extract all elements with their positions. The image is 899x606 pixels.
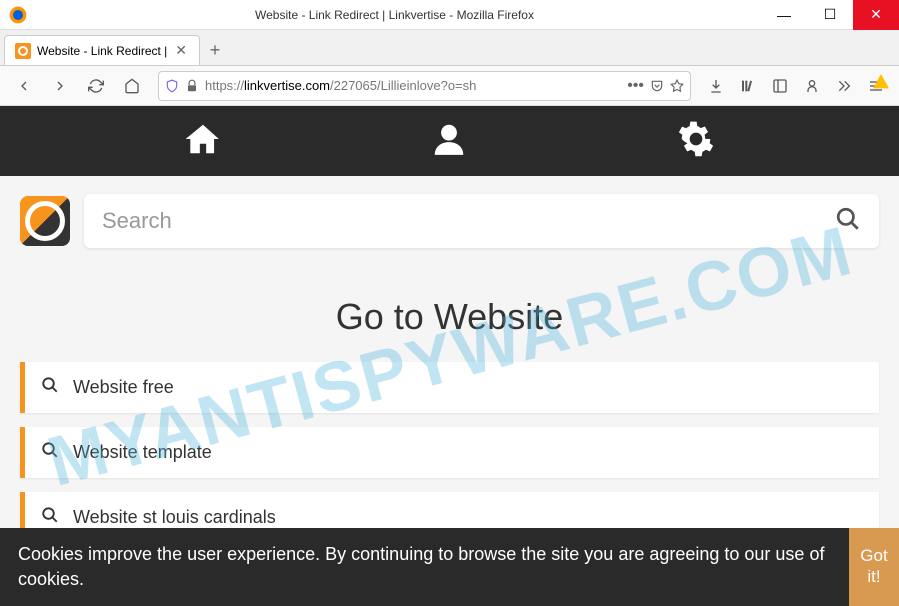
library-button[interactable] (733, 70, 763, 102)
close-button[interactable]: ✕ (853, 0, 899, 30)
new-tab-button[interactable]: + (200, 35, 230, 65)
firefox-icon (8, 5, 28, 25)
overflow-button[interactable] (829, 70, 859, 102)
forward-button[interactable] (44, 70, 76, 102)
bookmark-icon[interactable] (670, 79, 684, 93)
search-input[interactable] (102, 208, 835, 234)
url-text: https://linkvertise.com/227065/Lillieinl… (205, 78, 621, 93)
reload-button[interactable] (80, 70, 112, 102)
window-titlebar: Website - Link Redirect | Linkvertise - … (0, 0, 899, 30)
cookie-banner: Cookies improve the user experience. By … (0, 528, 899, 606)
result-label: Website st louis cardinals (73, 507, 276, 528)
sidebar-button[interactable] (765, 70, 795, 102)
back-button[interactable] (8, 70, 40, 102)
ellipsis-icon[interactable]: ••• (627, 77, 644, 95)
window-controls: — ☐ ✕ (761, 0, 899, 30)
result-item[interactable]: Website template (20, 427, 879, 478)
search-box (84, 194, 879, 248)
result-label: Website template (73, 442, 212, 463)
warning-badge-icon (873, 74, 889, 90)
site-topnav (0, 106, 899, 176)
tab-close-icon[interactable]: ✕ (173, 42, 189, 59)
site-logo[interactable] (20, 196, 70, 246)
nav-user-icon[interactable] (430, 120, 468, 163)
menu-button[interactable] (861, 70, 891, 102)
nav-settings-icon[interactable] (677, 120, 715, 163)
nav-home-icon[interactable] (184, 120, 222, 163)
search-result-icon (41, 376, 59, 399)
result-item[interactable]: Website free (20, 362, 879, 413)
account-button[interactable] (797, 70, 827, 102)
minimize-button[interactable]: — (761, 0, 807, 30)
cookie-text: Cookies improve the user experience. By … (0, 528, 849, 606)
tab-title: Website - Link Redirect | (37, 44, 167, 58)
result-list: Website free Website template Website st… (0, 362, 899, 543)
result-label: Website free (73, 377, 174, 398)
maximize-button[interactable]: ☐ (807, 0, 853, 30)
lock-icon[interactable] (185, 79, 199, 93)
cookie-accept-button[interactable]: Got it! (849, 528, 899, 606)
pocket-icon[interactable] (650, 79, 664, 93)
search-result-icon (41, 506, 59, 529)
shield-icon[interactable] (165, 79, 179, 93)
url-bar[interactable]: https://linkvertise.com/227065/Lillieinl… (158, 71, 691, 101)
search-result-icon (41, 441, 59, 464)
search-section (0, 176, 899, 266)
downloads-button[interactable] (701, 70, 731, 102)
tab-bar: Website - Link Redirect | ✕ + (0, 30, 899, 66)
tab-favicon-icon (15, 43, 31, 59)
browser-toolbar: https://linkvertise.com/227065/Lillieinl… (0, 66, 899, 106)
page-heading: Go to Website (0, 266, 899, 362)
home-button[interactable] (116, 70, 148, 102)
search-icon[interactable] (835, 206, 861, 237)
window-title: Website - Link Redirect | Linkvertise - … (28, 8, 761, 22)
browser-tab[interactable]: Website - Link Redirect | ✕ (4, 35, 200, 65)
